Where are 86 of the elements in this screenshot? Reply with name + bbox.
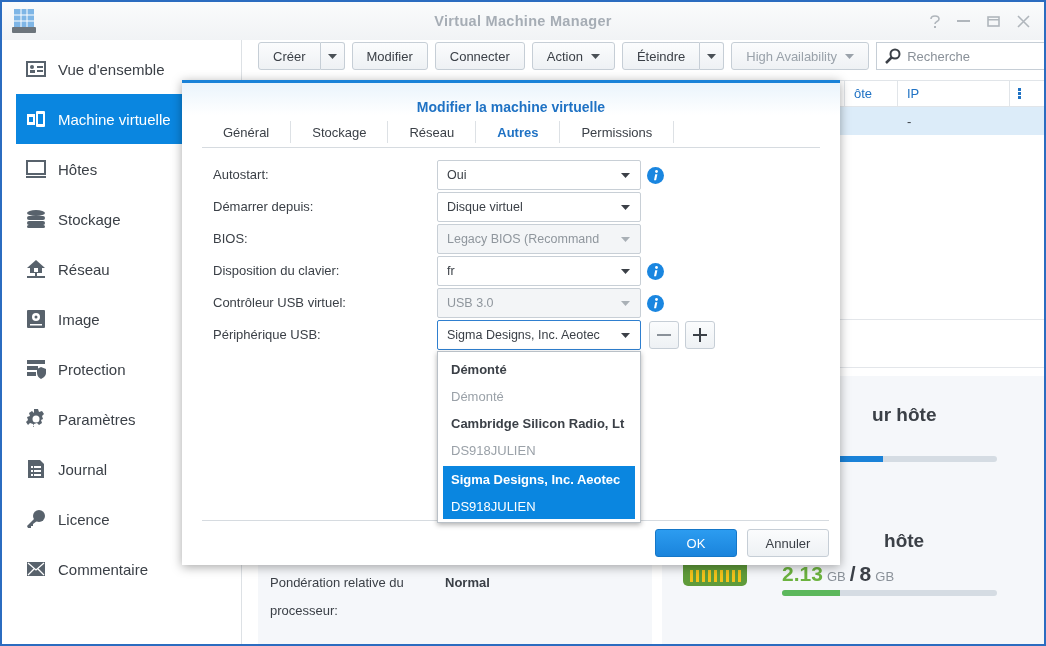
sidebar-item[interactable]: Vue d'ensemble [16,44,241,94]
caret-icon [621,204,630,210]
dropdown-option[interactable]: Sigma Designs, Inc. Aeotec DS918JULIEN [443,466,635,519]
caret-icon [621,300,630,306]
option-detail: DS918JULIEN [451,497,537,516]
key-icon [26,509,46,529]
caret-icon [621,268,630,274]
search-icon [885,48,902,64]
option-detail: Démonté [451,388,505,406]
envelope-icon [26,559,46,579]
detail-value: Normal [445,574,491,592]
select-field[interactable]: fr [437,256,641,286]
field-label: Autostart: [213,166,270,184]
caret-icon [621,236,630,242]
maximize-icon[interactable] [987,15,1000,27]
toolbar-button[interactable]: Créer [258,42,321,70]
sidebar-item[interactable]: Licence [16,494,241,544]
menu-button[interactable]: Action [531,42,615,70]
search-box[interactable]: Recherche [876,42,1044,70]
field-label: Disposition du clavier: [213,262,341,280]
gear-icon [26,409,46,429]
monitor-icon [26,159,46,179]
caret-icon [590,53,600,59]
minus-icon [657,334,671,336]
dropdown-button[interactable] [320,42,345,70]
sidebar-item[interactable]: Protection [16,344,241,394]
card-title: hôte [884,530,926,552]
cancel-button[interactable]: Annuler [747,529,829,557]
sidebar-item[interactable]: Journal [16,444,241,494]
toolbar-button[interactable]: Éteindre [621,42,701,70]
card-icon [26,59,46,79]
caret-icon [621,172,630,178]
option-label: Démonté [451,361,508,379]
tab[interactable]: Autres [476,121,561,143]
unit-label: GB [826,569,846,584]
sidebar-item[interactable]: Commentaire [16,544,241,594]
dropdown-option[interactable]: Démonté Démonté [443,356,635,410]
caret-icon [327,53,337,59]
tab[interactable]: Stockage [291,121,389,143]
info-icon[interactable] [647,166,664,184]
sidebar-item[interactable]: Paramètres [16,394,241,444]
field-label: Périphérique USB: [213,326,322,344]
option-label: Sigma Designs, Inc. Aeotec [451,470,622,489]
tab[interactable]: Permissions [560,121,675,143]
info-icon[interactable] [647,262,664,280]
house-icon [26,259,46,279]
dropdown-option[interactable]: Cambridge Silicon Radio, Lt DS918JULIEN [443,410,635,464]
field-label: Contrôleur USB virtuel: [213,294,347,312]
field-label: Démarrer depuis: [213,198,315,216]
caret-icon [621,332,630,338]
total-value: 8 [859,562,872,586]
shield-icon [26,359,46,379]
more-icon[interactable] [1017,88,1021,99]
close-icon[interactable] [1017,14,1030,28]
remove-button[interactable] [649,321,679,349]
detail-label: Pondération relative du processeur: [270,574,405,620]
server-icon [12,8,36,34]
help-icon[interactable] [930,14,940,28]
separator: / [849,562,856,586]
field-label: BIOS: [213,230,249,248]
select-field[interactable]: Disque virtuel [437,192,641,222]
caret-icon [707,53,717,59]
option-detail: DS918JULIEN [451,442,537,460]
database-icon [26,209,46,229]
dropdown-button[interactable] [700,42,725,70]
tab[interactable]: Général [202,121,292,143]
plus-icon [693,328,707,342]
toolbar-button[interactable]: Modifier [351,42,428,70]
search-field[interactable]: Recherche [907,48,1038,64]
device-icon [26,109,46,129]
column-header[interactable]: ôte [845,86,873,101]
used-value: 2.13 [782,562,823,586]
column-header[interactable]: IP [898,86,920,101]
window-title: Virtual Machine Manager [434,13,612,29]
tab[interactable]: Réseau [388,121,477,143]
select-field[interactable]: Oui [437,160,641,190]
caret-icon [845,53,855,59]
select-field[interactable]: Sigma Designs, Inc. Aeotec [437,320,641,350]
add-button[interactable] [685,321,715,349]
card-title: ur hôte [872,404,938,426]
option-label: Cambridge Silicon Radio, Lt [451,415,626,433]
dialog-title: Modifier la machine virtuelle [416,99,606,115]
table-cell-text: - [906,113,912,129]
toolbar-button[interactable]: Connecter [434,42,525,70]
unit-label: GB [875,569,895,584]
document-icon [26,459,46,479]
